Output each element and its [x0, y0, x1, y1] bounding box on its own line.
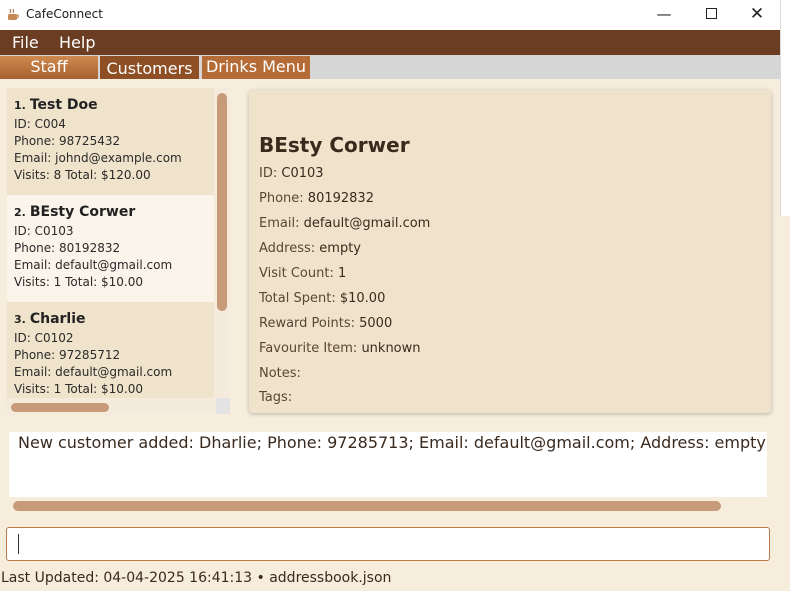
customer-card[interactable]: 3. Charlie ID: C0102 Phone: 97285712 Emai…: [7, 302, 214, 409]
customer-phone: Phone: 97285712: [14, 348, 121, 362]
tab-bar: Staff Customers Drinks Menu: [0, 55, 780, 79]
detail-row-phone: Phone: 80192832: [259, 191, 374, 206]
customer-index: 1.: [14, 99, 26, 112]
command-input[interactable]: [6, 527, 770, 561]
customer-heading: 1. Test Doe: [14, 97, 207, 117]
scrollbar-corner: [216, 398, 230, 414]
customer-name: Test Doe: [29, 97, 98, 113]
tab-staff[interactable]: Staff: [0, 56, 98, 79]
customer-phone: Phone: 80192832: [14, 241, 121, 255]
minimize-icon: —: [656, 5, 672, 23]
coffee-cup-icon: [8, 8, 20, 20]
close-icon: ✕: [749, 4, 765, 24]
customer-visits: Visits: 1 Total: $10.00: [14, 382, 143, 396]
window-edge-lower: [780, 216, 790, 591]
maximize-button[interactable]: [688, 0, 734, 30]
status-bar: Last Updated: 04-04-2025 16:41:13 • addr…: [0, 566, 790, 591]
list-vertical-scroll-thumb[interactable]: [217, 93, 227, 311]
detail-row-reward-points: Reward Points: 5000: [259, 316, 393, 331]
result-display[interactable]: New customer added: Dharlie; Phone: 9728…: [9, 432, 767, 497]
detail-row-address: Address: empty: [259, 241, 362, 256]
customer-id: ID: C004: [14, 117, 66, 131]
text-caret: [18, 534, 19, 554]
menu-file[interactable]: File: [12, 33, 39, 52]
status-text: Last Updated: 04-04-2025 16:41:13 • addr…: [1, 570, 392, 586]
window-edge: [780, 0, 790, 216]
customer-email: Email: default@gmail.com: [14, 365, 173, 379]
customer-email: Email: default@gmail.com: [14, 258, 173, 272]
detail-row-email: Email: default@gmail.com: [259, 216, 431, 231]
customer-name: Charlie: [29, 311, 86, 327]
maximize-icon: [705, 8, 717, 19]
detail-row-visit-count: Visit Count: 1: [259, 266, 347, 281]
customer-id: ID: C0103: [14, 224, 74, 238]
detail-row-tags: Tags:: [259, 390, 293, 405]
customer-name: BEsty Corwer: [29, 204, 136, 220]
menu-help[interactable]: Help: [59, 33, 95, 52]
detail-row-favourite-item: Favourite Item: unknown: [259, 341, 421, 356]
customer-index: 3.: [14, 313, 26, 326]
minimize-button[interactable]: —: [641, 0, 687, 30]
customer-detail-panel: BEsty Corwer ID: C0103 Phone: 80192832 E…: [249, 90, 771, 413]
result-message: New customer added: Dharlie; Phone: 9728…: [18, 433, 767, 452]
tab-drinks-menu[interactable]: Drinks Menu: [202, 56, 310, 79]
tab-customers[interactable]: Customers: [100, 56, 199, 79]
title-bar: CafeConnect — ✕: [0, 0, 790, 30]
customer-visits: Visits: 8 Total: $120.00: [14, 168, 151, 182]
detail-row-notes: Notes:: [259, 366, 301, 381]
customer-id: ID: C0102: [14, 331, 74, 345]
window-title: CafeConnect: [26, 7, 103, 21]
detail-name: BEsty Corwer: [259, 133, 410, 157]
customer-card[interactable]: 1. Test Doe ID: C004 Phone: 98725432 Emai…: [7, 88, 214, 195]
detail-row-id: ID: C0103: [259, 166, 324, 181]
close-button[interactable]: ✕: [734, 0, 780, 30]
customer-heading: 2. BEsty Corwer: [14, 204, 207, 224]
customer-list[interactable]: 1. Test Doe ID: C004 Phone: 98725432 Emai…: [6, 88, 230, 414]
customer-phone: Phone: 98725432: [14, 134, 121, 148]
result-horizontal-scroll-thumb[interactable]: [13, 501, 721, 511]
detail-row-total-spent: Total Spent: $10.00: [259, 291, 386, 306]
customer-email: Email: johnd@example.com: [14, 151, 182, 165]
customer-card[interactable]: 2. BEsty Corwer ID: C0103 Phone: 80192832…: [7, 195, 214, 302]
menu-bar: File Help: [0, 30, 780, 55]
customer-visits: Visits: 1 Total: $10.00: [14, 275, 143, 289]
customer-index: 2.: [14, 206, 26, 219]
customer-heading: 3. Charlie: [14, 311, 207, 331]
list-horizontal-scroll-thumb[interactable]: [11, 403, 109, 412]
